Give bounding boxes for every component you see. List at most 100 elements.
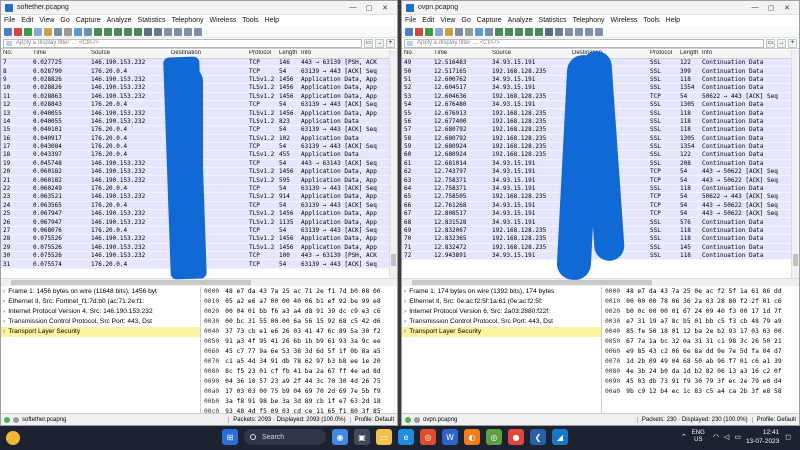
minimize-icon[interactable]: — [747,4,763,11]
menu-analyze[interactable]: Analyze [107,17,132,24]
resize-columns-icon[interactable] [194,27,202,36]
go-back-icon[interactable] [94,27,102,36]
detail-tls[interactable]: Transport Layer Security [402,327,601,337]
last-packet-icon[interactable] [134,27,142,36]
hex-row[interactable]: 0000 48 e7 da 43 7a 25 0e ac f2 5f 1a 61 … [603,287,799,297]
go-back-icon[interactable] [495,27,503,36]
status-profile[interactable]: Profile: Default [751,416,796,423]
menu-edit[interactable]: Edit [21,17,33,24]
menu-file[interactable]: File [405,17,416,24]
column-info[interactable]: Info [700,50,791,58]
restart-capture-icon[interactable] [425,27,433,36]
detail-ethernet[interactable]: Ethernet II, Src: 0e:ac:f2:5f:1a:61 (0e:… [402,297,601,307]
save-file-icon[interactable] [54,27,62,36]
ready-status-icon[interactable] [4,416,10,423]
hex-row[interactable]: 0010 00 00 00 78 06 36 2a 03 28 80 f2 2f … [603,297,799,307]
minimize-icon[interactable]: — [345,4,361,11]
filter-clear-icon[interactable]: ▭ [364,38,373,48]
stop-capture-icon[interactable] [14,27,22,36]
menu-tools[interactable]: Tools [643,17,659,24]
display-filter-input[interactable]: Apply a display filter … <Ctrl-/> [404,38,764,48]
hex-row[interactable]: 00a0 9b c9 12 b4 ec 1c 83 c5 a4 ca 2b 3f … [603,387,799,397]
menu-help[interactable]: Help [666,17,680,24]
hex-row[interactable]: 0060 45 c7 77 9a 6e 53 38 3d 6d 5f 1f 0b … [202,347,397,357]
menu-statistics[interactable]: Statistics [539,17,567,24]
detail-tls[interactable]: Transport Layer Security [1,327,200,337]
menu-edit[interactable]: Edit [422,17,434,24]
hex-row[interactable]: 0040 37 73 cb e1 e6 26 03 41 47 6c 89 5a … [202,327,397,337]
packet-list-hscrollbar[interactable] [402,278,799,286]
start-icon[interactable]: ⊞ [222,429,238,445]
title-bar[interactable]: ovpn.pcapng — ▢ ✕ [402,1,799,15]
column-length[interactable]: Length [678,50,700,58]
filter-clear-icon[interactable]: ▭ [766,38,775,48]
hex-row[interactable]: 0050 67 7a 1a bc 32 0a 31 31 c1 98 3c 26 … [603,337,799,347]
menu-file[interactable]: File [4,17,15,24]
start-capture-icon[interactable] [405,27,413,36]
go-forward-icon[interactable] [505,27,513,36]
find-icon[interactable] [84,27,92,36]
normal-size-icon[interactable] [184,27,192,36]
status-profile[interactable]: Profile: Default [349,416,394,423]
colorize-icon[interactable] [555,27,563,36]
hex-row[interactable]: 0070 c1 a5 4d 34 91 db 78 62 97 b3 b8 ee … [202,357,397,367]
close-icon[interactable]: ✕ [779,4,795,12]
hex-row[interactable]: 0090 45 03 db 73 91 f9 30 79 3f ec 2e 79 … [603,377,799,387]
detail-tcp[interactable]: Transmission Control Protocol, Src Port:… [402,317,601,327]
column-info[interactable]: Info [299,50,389,58]
chevron-up-icon[interactable]: ⌃ [681,433,687,441]
column-source[interactable]: Source [490,50,570,58]
zoom-out-icon[interactable] [174,27,182,36]
hex-row[interactable]: 0010 05 a2 e6 a7 00 00 40 06 b1 ef 92 be … [202,297,397,307]
hex-row[interactable]: 0000 48 e7 da 43 7a 25 ac 71 2e f1 7d b0 … [202,287,397,297]
hex-row[interactable]: 0030 00 bc 31 55 00 00 6a 56 15 92 68 c5 … [202,317,397,327]
hex-row[interactable]: 0060 e9 85 43 c2 06 6e 8a dd 9e 7e 5d fa … [603,347,799,357]
first-packet-icon[interactable] [124,27,132,36]
scrollbar-thumb[interactable] [412,280,652,285]
zoom-out-icon[interactable] [575,27,583,36]
maximize-icon[interactable]: ▢ [361,4,377,12]
hex-row[interactable]: 0030 e7 31 19 a7 8c b5 01 bb c5 f3 cb 48 … [603,317,799,327]
notification-icon[interactable]: ◻ [785,433,791,441]
hex-row[interactable]: 0020 b0 0c 00 00 01 67 24 09 40 f3 00 17 … [603,307,799,317]
hex-row[interactable]: 0080 4e 3b 24 b0 da 1d b2 82 06 13 a3 16 … [603,367,799,377]
maximize-icon[interactable]: ▢ [763,4,779,12]
packet-list-scrollbar[interactable] [389,50,397,278]
autoscroll-icon[interactable] [144,27,152,36]
autoscroll-icon[interactable] [545,27,553,36]
battery-icon[interactable]: ▭ [734,433,741,441]
menu-view[interactable]: View [39,17,54,24]
hex-row[interactable]: 00b0 3a f8 91 98 be 3a 3d 89 cb 1f e7 63 … [202,397,397,407]
detail-ip[interactable]: Internet Protocol Version 6, Src: 2a03:2… [402,307,601,317]
scrollbar-thumb[interactable] [391,254,396,266]
menu-analyze[interactable]: Analyze [508,17,533,24]
menu-wireless[interactable]: Wireless [610,17,637,24]
edge-icon[interactable]: e [398,429,414,445]
detail-frame[interactable]: Frame 1: 1456 bytes on wire (11648 bits)… [1,287,200,297]
display-filter-input[interactable]: Apply a display filter … <Ctrl-/> [3,38,362,48]
hex-row[interactable]: 00a0 17 03 03 00 75 b9 04 69 70 2d 69 7e … [202,387,397,397]
menu-view[interactable]: View [440,17,455,24]
word-icon[interactable]: W [442,429,458,445]
menu-capture[interactable]: Capture [477,17,502,24]
copilot-icon[interactable]: ◉ [332,429,348,445]
menu-telephony[interactable]: Telephony [573,17,605,24]
start-capture-icon[interactable] [4,27,12,36]
go-to-packet-icon[interactable] [114,27,122,36]
hex-row[interactable]: 0020 00 04 01 bb f6 a3 a4 d8 91 39 dc c9 … [202,307,397,317]
go-forward-icon[interactable] [104,27,112,36]
close-file-icon[interactable] [64,27,72,36]
go-to-packet-icon[interactable] [515,27,523,36]
column-source[interactable]: Source [89,50,169,58]
column-no[interactable]: No. [402,50,432,58]
menu-telephony[interactable]: Telephony [172,17,204,24]
detail-ethernet[interactable]: Ethernet II, Src: Fortinet_f1:7d:b0 (ac:… [1,297,200,307]
menu-wireless[interactable]: Wireless [209,17,236,24]
filter-apply-icon[interactable]: → [777,38,786,48]
weather-icon[interactable] [6,431,20,445]
hex-row[interactable]: 0040 85 fe 50 18 01 12 ba 2e b2 93 17 03 … [603,327,799,337]
menu-go[interactable]: Go [60,17,69,24]
column-length[interactable]: Length [277,50,299,58]
menu-go[interactable]: Go [461,17,470,24]
hex-row[interactable]: 0050 91 a3 4f 95 41 26 6b 1b b9 61 93 3a … [202,337,397,347]
